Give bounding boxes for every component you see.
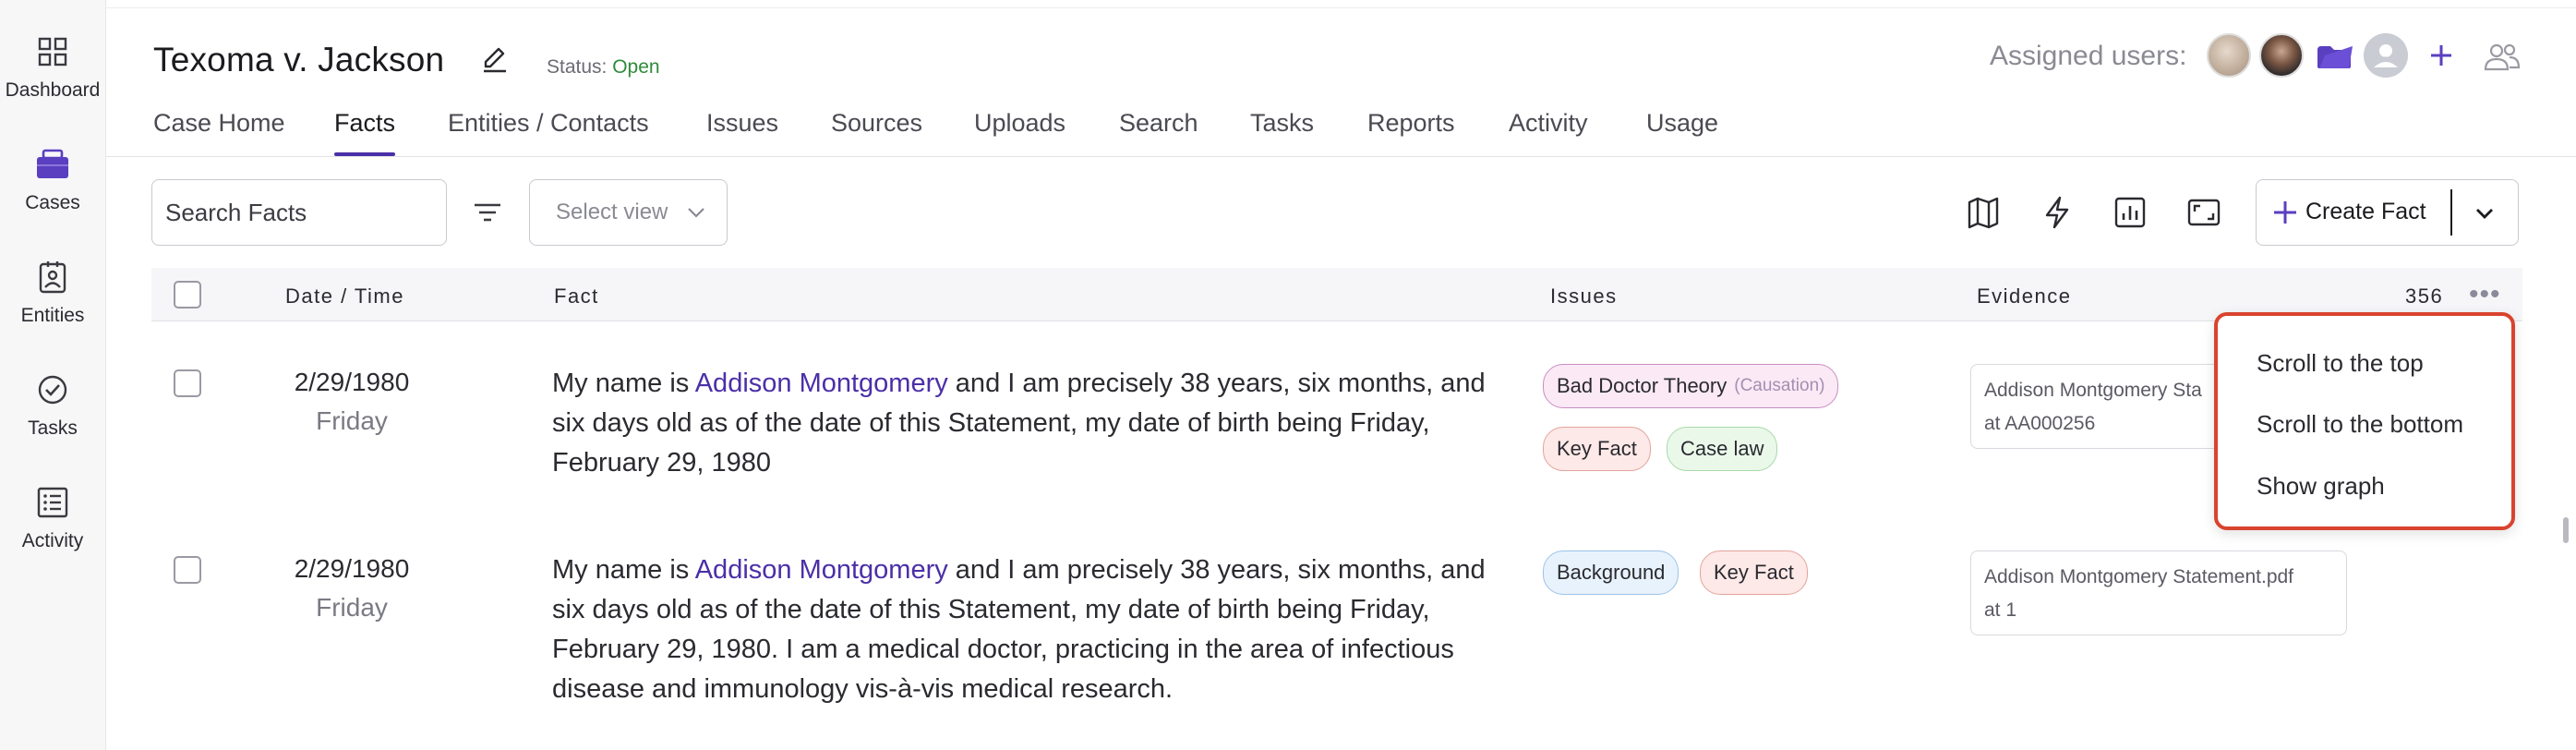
chevron-down-icon xyxy=(688,208,704,218)
status-indicator: Status: Open xyxy=(547,56,660,79)
expand-frame-icon[interactable] xyxy=(2185,194,2222,231)
status-value: Open xyxy=(612,56,660,78)
check-circle-icon xyxy=(38,375,67,405)
button-divider xyxy=(2450,189,2452,236)
row-checkbox[interactable] xyxy=(174,369,201,397)
filter-icon[interactable] xyxy=(469,194,506,231)
avatar[interactable] xyxy=(2312,33,2356,78)
tag-label: Bad Doctor Theory xyxy=(1557,374,1727,397)
search-facts-input[interactable]: Search Facts xyxy=(151,179,447,246)
column-header-fact[interactable]: Fact xyxy=(554,284,599,308)
issue-tag[interactable]: Case law xyxy=(1667,427,1778,471)
sidebar: Dashboard Cases Entities Tasks Activity xyxy=(0,0,106,750)
sidebar-item-label: Cases xyxy=(25,192,80,213)
select-all-checkbox[interactable] xyxy=(174,281,201,308)
fact-text: My name is Addison Montgomery and I am p… xyxy=(552,364,1503,483)
lightning-icon[interactable] xyxy=(2039,194,2076,231)
issue-tag[interactable]: Key Fact xyxy=(1543,427,1651,471)
users-group-icon[interactable] xyxy=(2482,39,2522,76)
tab-facts[interactable]: Facts xyxy=(334,109,395,138)
sidebar-item-label: Tasks xyxy=(28,417,78,439)
menu-item-show-graph[interactable]: Show graph xyxy=(2257,472,2385,501)
table-options-menu: Scroll to the top Scroll to the bottom S… xyxy=(2214,312,2515,530)
map-icon[interactable] xyxy=(1965,194,2002,231)
table-row[interactable]: 2/29/1980 Friday My name is Addison Mont… xyxy=(151,506,2522,750)
page-title: Texoma v. Jackson xyxy=(153,41,445,79)
pencil-icon[interactable] xyxy=(478,42,512,76)
avatar[interactable] xyxy=(2207,33,2251,78)
fact-prefix: My name is xyxy=(552,555,695,585)
tab-activity[interactable]: Activity xyxy=(1509,109,1588,138)
tab-sources[interactable]: Sources xyxy=(831,109,922,138)
tab-case-home[interactable]: Case Home xyxy=(153,109,285,138)
tag-label: Key Fact xyxy=(1714,561,1794,584)
plus-icon xyxy=(2274,201,2296,224)
tab-reports[interactable]: Reports xyxy=(1367,109,1455,138)
sidebar-item-label: Entities xyxy=(20,305,85,326)
table-row[interactable]: 2/29/1980 Friday My name is Addison Mont… xyxy=(151,321,2522,506)
tabs-divider xyxy=(106,156,2576,157)
sidebar-item-label: Dashboard xyxy=(5,79,101,101)
tag-label: Key Fact xyxy=(1557,437,1637,460)
sidebar-item-cases[interactable]: Cases xyxy=(0,146,105,214)
entity-link[interactable]: Addison Montgomery xyxy=(695,369,948,398)
add-user-icon[interactable] xyxy=(2423,37,2460,74)
tab-search[interactable]: Search xyxy=(1119,109,1198,138)
fact-prefix: My name is xyxy=(552,369,695,398)
sidebar-item-dashboard[interactable]: Dashboard xyxy=(0,33,105,102)
evidence-source: Addison Montgomery Statement.pdf xyxy=(1984,566,2294,587)
column-header-evidence[interactable]: Evidence xyxy=(1977,284,2072,308)
sidebar-item-activity[interactable]: Activity xyxy=(0,484,105,552)
table-header: Date / Time Fact Issues Evidence 356 xyxy=(151,268,2522,321)
bar-chart-icon[interactable] xyxy=(2112,194,2149,231)
search-placeholder: Search Facts xyxy=(165,198,307,226)
evidence-card[interactable]: Addison Montgomery Statement.pdf at 1 xyxy=(1970,550,2347,635)
avatar[interactable] xyxy=(2364,33,2408,78)
scrollbar-thumb[interactable] xyxy=(2563,517,2569,543)
tab-entities-contacts[interactable]: Entities / Contacts xyxy=(448,109,649,138)
select-view-placeholder: Select view xyxy=(556,200,668,224)
row-date: 2/29/1980 xyxy=(294,368,410,396)
create-fact-label: Create Fact xyxy=(2305,199,2426,224)
issue-tag[interactable]: Bad Doctor Theory (Causation) xyxy=(1543,364,1839,408)
sidebar-item-entities[interactable]: Entities xyxy=(0,259,105,327)
tab-issues[interactable]: Issues xyxy=(706,109,778,138)
top-divider xyxy=(106,7,2576,8)
list-icon xyxy=(37,487,68,518)
tab-uploads[interactable]: Uploads xyxy=(974,109,1065,138)
tab-tasks[interactable]: Tasks xyxy=(1250,109,1314,138)
row-checkbox[interactable] xyxy=(174,556,201,584)
column-header-date[interactable]: Date / Time xyxy=(285,284,404,308)
tag-label: Case law xyxy=(1680,437,1764,460)
briefcase-icon xyxy=(37,149,68,178)
evidence-location: at 1 xyxy=(1984,599,2017,621)
create-fact-button[interactable]: Create Fact xyxy=(2256,179,2519,246)
column-header-issues[interactable]: Issues xyxy=(1550,284,1618,308)
chevron-down-icon[interactable] xyxy=(2470,199,2499,228)
fact-count: 356 xyxy=(2405,284,2444,308)
fact-text: My name is Addison Montgomery and I am p… xyxy=(552,550,1503,709)
menu-item-scroll-top[interactable]: Scroll to the top xyxy=(2257,349,2424,378)
status-label: Status: xyxy=(547,56,608,78)
issue-tag[interactable]: Background xyxy=(1543,550,1679,595)
more-options-icon[interactable]: ••• xyxy=(2469,281,2501,308)
sidebar-item-label: Activity xyxy=(21,530,84,551)
row-date: 2/29/1980 xyxy=(294,554,410,583)
tag-label: Background xyxy=(1557,561,1666,584)
tab-usage[interactable]: Usage xyxy=(1646,109,1718,138)
row-day: Friday xyxy=(316,593,388,622)
select-view-dropdown[interactable]: Select view xyxy=(529,179,728,246)
tag-sublabel: (Causation) xyxy=(1734,376,1825,395)
contact-card-icon xyxy=(39,261,66,294)
menu-item-scroll-bottom[interactable]: Scroll to the bottom xyxy=(2257,410,2463,439)
entity-link[interactable]: Addison Montgomery xyxy=(695,555,948,585)
grid-icon xyxy=(38,37,67,67)
sidebar-item-tasks[interactable]: Tasks xyxy=(0,371,105,440)
row-day: Friday xyxy=(316,406,388,435)
issue-tag[interactable]: Key Fact xyxy=(1700,550,1808,595)
avatar[interactable] xyxy=(2259,33,2304,78)
assigned-users-label: Assigned users: xyxy=(1990,41,2187,71)
